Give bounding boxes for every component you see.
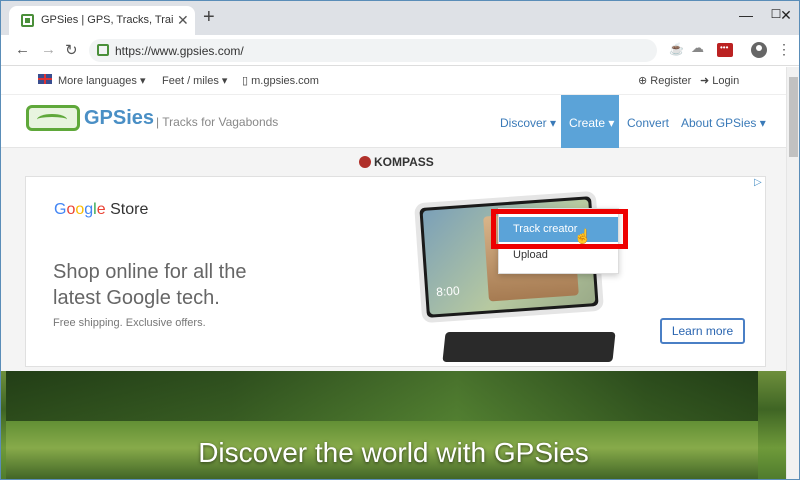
- units-link[interactable]: Feet / miles ▾: [162, 74, 227, 87]
- nav-discover[interactable]: Discover ▾: [500, 116, 556, 130]
- site-navbar: GPSies | Tracks for Vagabonds Discover ▾…: [1, 95, 786, 148]
- close-window-button[interactable]: ✕: [771, 7, 799, 24]
- more-languages-link[interactable]: More languages ▾: [58, 74, 145, 87]
- extension-icon[interactable]: [717, 43, 733, 57]
- gpsies-favicon-icon: [21, 14, 34, 27]
- forward-arrow-icon[interactable]: →: [41, 41, 56, 58]
- browser-tab[interactable]: GPSies | GPS, Tracks, Trails, Tours... ✕: [9, 6, 195, 35]
- brand-name[interactable]: GPSies: [84, 107, 154, 130]
- browser-window: GPSies | GPS, Tracks, Trails, Tours... ✕…: [0, 0, 800, 480]
- reload-icon[interactable]: ↻: [65, 41, 78, 59]
- google-store-logo: Google Store: [54, 201, 149, 218]
- sponsor-kompass[interactable]: KOMPASS: [374, 155, 434, 169]
- scrollbar-thumb[interactable]: [789, 77, 798, 157]
- mobile-site-link[interactable]: ▯ m.gpsies.com: [242, 74, 319, 87]
- hero-banner: Discover the world with GPSies: [1, 371, 786, 479]
- profile-icon[interactable]: [751, 42, 767, 58]
- ad-headline: Shop online for all the latest Google te…: [53, 261, 247, 309]
- back-arrow-icon[interactable]: ←: [15, 41, 30, 58]
- screen-time: 8:00: [435, 283, 461, 300]
- tab-title: GPSies | GPS, Tracks, Trails, Tours...: [41, 14, 173, 26]
- site-favicon-icon: [97, 44, 109, 56]
- url-text: https://www.gpsies.com/: [115, 44, 244, 58]
- cloud-icon[interactable]: ☁: [691, 40, 707, 55]
- site-topbar: More languages ▾ Feet / miles ▾ ▯ m.gpsi…: [1, 67, 786, 95]
- google-store-ad[interactable]: ▷ Google Store Shop online for all the l…: [25, 176, 766, 367]
- hand-cursor-icon: ☝: [574, 228, 592, 244]
- register-link[interactable]: ⊕ Register: [638, 74, 691, 87]
- close-tab-icon[interactable]: ✕: [177, 12, 189, 29]
- java-icon[interactable]: ☕: [669, 42, 684, 56]
- device-stand: [442, 332, 616, 362]
- nav-create[interactable]: Create ▾: [561, 95, 619, 148]
- kompass-logo-icon: [359, 156, 371, 168]
- learn-more-button[interactable]: Learn more: [660, 318, 745, 344]
- minimize-button[interactable]: —: [731, 7, 761, 23]
- tab-strip: GPSies | GPS, Tracks, Trails, Tours... ✕…: [1, 1, 799, 35]
- new-tab-button[interactable]: +: [203, 7, 215, 27]
- browser-toolbar: ← → ↻ https://www.gpsies.com/ ☕ ☁ ⋮: [1, 35, 799, 66]
- uk-flag-icon: [38, 74, 52, 84]
- nav-create-label: Create ▾: [569, 116, 615, 130]
- nav-convert[interactable]: Convert: [627, 116, 669, 130]
- ad-subline: Free shipping. Exclusive offers.: [53, 317, 206, 329]
- hero-title: Discover the world with GPSies: [198, 437, 589, 468]
- tagline: | Tracks for Vagabonds: [156, 115, 279, 129]
- ad-choices-icon[interactable]: ▷: [754, 177, 762, 188]
- address-bar[interactable]: https://www.gpsies.com/: [89, 39, 657, 62]
- login-link[interactable]: ➜ Login: [700, 74, 739, 87]
- highlight-box: [491, 209, 628, 249]
- menu-icon[interactable]: ⋮: [777, 41, 791, 58]
- web-page: More languages ▾ Feet / miles ▾ ▯ m.gpsi…: [1, 67, 786, 479]
- gpsies-logo-icon[interactable]: [26, 105, 80, 131]
- nav-about[interactable]: About GPSies ▾: [681, 116, 766, 130]
